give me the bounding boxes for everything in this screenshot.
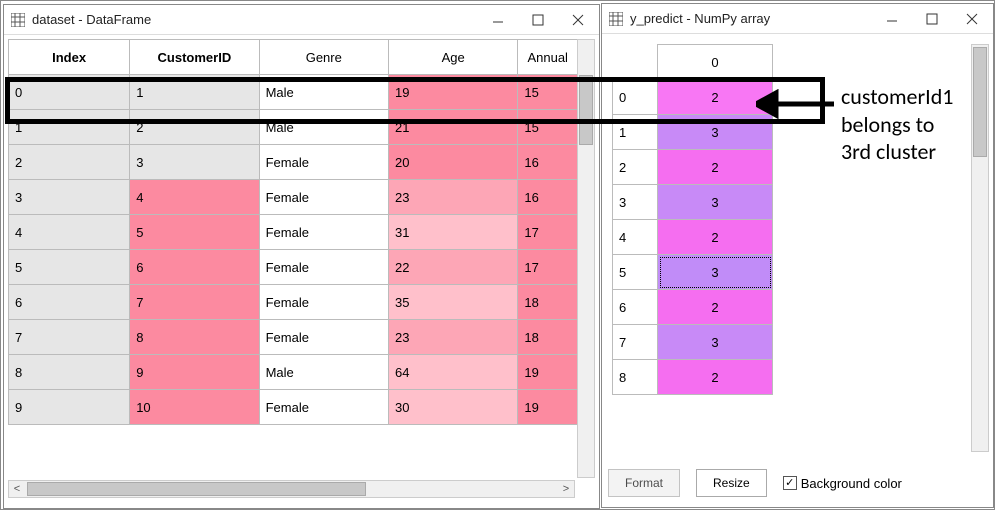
minimize-button[interactable] [881,8,903,30]
close-button[interactable] [961,8,983,30]
annotation-line: belongs to [841,111,953,139]
table-row[interactable]: 62 [613,290,773,325]
col-age[interactable]: Age [389,40,518,75]
annotation-text: customerId1 belongs to 3rd cluster [841,83,953,166]
bgcolor-checkbox-wrap[interactable]: ✓ Background color [783,476,902,491]
window-title: y_predict - NumPy array [630,11,881,26]
ypredict-table[interactable]: 0 02 13 22 33 42 53 62 73 82 [612,44,773,395]
scroll-left-icon[interactable]: < [9,481,25,497]
resize-button[interactable]: Resize [696,469,767,497]
table-row[interactable]: 02 [613,80,773,115]
table-row[interactable]: 78Female2318 [9,320,578,355]
ypredict-window: y_predict - NumPy array 0 02 13 22 33 42… [601,3,994,508]
table-row[interactable]: 910Female3019 [9,390,578,425]
col-customerid[interactable]: CustomerID [130,40,259,75]
table-row[interactable]: 67Female3518 [9,285,578,320]
annotation-line: 3rd cluster [841,138,953,166]
scroll-right-icon[interactable]: > [558,481,574,497]
table-row[interactable]: 53 [613,255,773,290]
table-row[interactable]: 13 [613,115,773,150]
format-button[interactable]: Format [608,469,680,497]
col-annual[interactable]: Annual [518,40,578,75]
table-row[interactable]: 56Female2217 [9,250,578,285]
table-row[interactable]: 73 [613,325,773,360]
table-row[interactable]: 45Female3117 [9,215,578,250]
close-button[interactable] [567,9,589,31]
table-row[interactable]: 34Female2316 [9,180,578,215]
grid-icon [10,12,26,28]
window-title: dataset - DataFrame [32,12,487,27]
dataset-content: Index CustomerID Genre Age Annual 01Male… [4,35,599,508]
table-row[interactable]: 12Male2115 [9,110,578,145]
ypredict-bottom-bar: Format Resize ✓ Background color [608,469,987,497]
scroll-thumb[interactable] [579,75,593,145]
table-row[interactable]: 22 [613,150,773,185]
titlebar-dataset[interactable]: dataset - DataFrame [4,5,599,35]
scrollbar-vertical[interactable] [971,44,989,452]
scroll-thumb[interactable] [27,482,366,496]
annotation-line: customerId1 [841,83,953,111]
table-row[interactable]: 23Female2016 [9,145,578,180]
maximize-button[interactable] [527,9,549,31]
checkbox-icon[interactable]: ✓ [783,476,797,490]
arrow-icon [756,89,836,119]
table-row[interactable]: 33 [613,185,773,220]
scrollbar-horizontal[interactable]: < > [8,480,575,498]
col-0[interactable]: 0 [658,45,773,80]
dataset-table[interactable]: Index CustomerID Genre Age Annual 01Male… [8,39,578,425]
scroll-thumb[interactable] [973,47,987,157]
bgcolor-label: Background color [801,476,902,491]
table-row[interactable]: 89Male6419 [9,355,578,390]
table-header-row: 0 [613,45,773,80]
table-header-row: Index CustomerID Genre Age Annual [9,40,578,75]
dataset-window: dataset - DataFrame Index CustomerID Gen… [3,4,600,509]
grid-icon [608,11,624,27]
table-row[interactable]: 82 [613,360,773,395]
minimize-button[interactable] [487,9,509,31]
maximize-button[interactable] [921,8,943,30]
scrollbar-vertical[interactable] [577,39,595,478]
table-row[interactable]: 42 [613,220,773,255]
col-genre[interactable]: Genre [259,40,388,75]
titlebar-ypredict[interactable]: y_predict - NumPy array [602,4,993,34]
table-row[interactable]: 01Male1915 [9,75,578,110]
col-index[interactable]: Index [9,40,130,75]
